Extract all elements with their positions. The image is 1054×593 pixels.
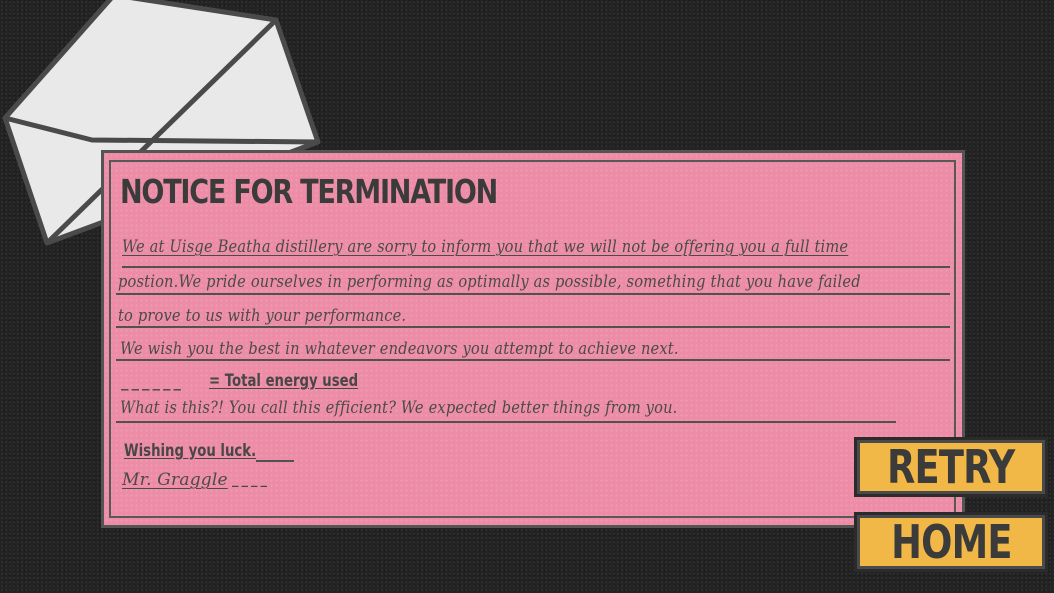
- home-button[interactable]: HOME: [854, 512, 1048, 572]
- signature: Mr. Graggle: [122, 470, 228, 490]
- letter-line-1: We at Uisge Beatha distillery are sorry …: [122, 237, 849, 257]
- ruled-line: [256, 460, 294, 462]
- closing-text: Wishing you luck.: [124, 441, 257, 461]
- feedback-text: What is this?! You call this efficient? …: [120, 398, 678, 418]
- letter-line-3: to prove to us with your performance.: [118, 306, 407, 326]
- retry-label: RETRY: [887, 440, 1015, 494]
- retry-button[interactable]: RETRY: [854, 437, 1048, 497]
- energy-row: ______ = Total energy used: [121, 371, 358, 391]
- ruled-line: [116, 293, 950, 295]
- energy-label: = Total energy used: [209, 371, 359, 391]
- signature-blank: ____: [232, 473, 270, 488]
- home-label: HOME: [890, 515, 1012, 569]
- letter-line-4: We wish you the best in whatever endeavo…: [120, 339, 679, 359]
- ruled-line: [116, 421, 896, 423]
- energy-blank: ______: [121, 373, 184, 391]
- ruled-line: [122, 266, 950, 268]
- letter-title: NOTICE FOR TERMINATION: [120, 172, 498, 211]
- letter-line-2: postion.We pride ourselves in performing…: [118, 272, 861, 292]
- termination-letter: NOTICE FOR TERMINATION We at Uisge Beath…: [101, 150, 965, 528]
- ruled-line: [116, 326, 950, 328]
- ruled-line: [116, 359, 950, 361]
- signature-row: Mr. Graggle ____: [122, 470, 267, 490]
